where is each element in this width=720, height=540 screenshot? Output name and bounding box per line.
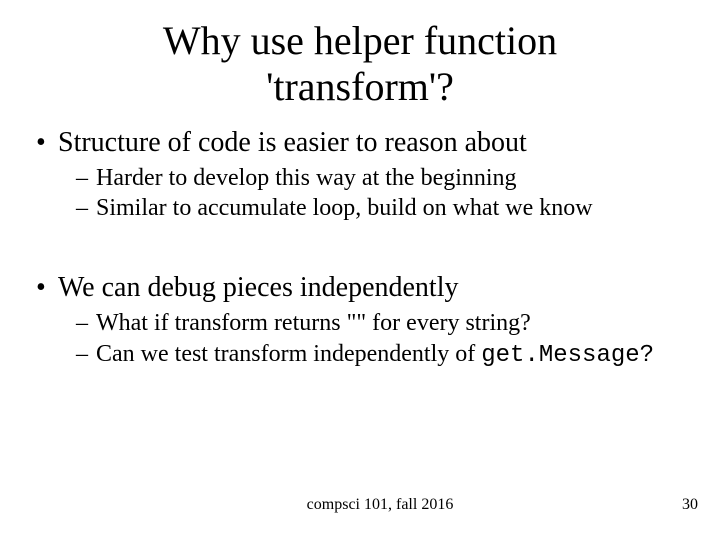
code-get-message: get.Message? (481, 342, 654, 369)
bullet-list: Structure of code is easier to reason ab… (30, 126, 690, 370)
bullet-2-text: We can debug pieces independently (58, 272, 458, 303)
slide-title: Why use helper function 'transform'? (0, 0, 720, 110)
bullet-2-sub-2: Can we test transform independently of g… (76, 340, 690, 371)
bullet-1-sub-2-text: Similar to accumulate loop, build on wha… (96, 195, 593, 221)
bullet-1-sub-2: Similar to accumulate loop, build on wha… (76, 194, 690, 223)
footer-course: compsci 101, fall 2016 (0, 496, 720, 514)
bullet-1-text: Structure of code is easier to reason ab… (58, 127, 527, 158)
bullet-2-sub-1: What if transform returns "" for every s… (76, 309, 690, 338)
bullet-2-sub-2-text: Can we test transform independently of (96, 341, 481, 367)
bullet-2-sublist: What if transform returns "" for every s… (58, 309, 690, 371)
bullet-1-sub-1: Harder to develop this way at the beginn… (76, 164, 690, 193)
slide-content: Structure of code is easier to reason ab… (0, 110, 720, 370)
bullet-spacer (30, 231, 690, 271)
slide: Why use helper function 'transform'? Str… (0, 0, 720, 540)
bullet-1: Structure of code is easier to reason ab… (30, 126, 690, 223)
slide-number: 30 (682, 496, 698, 514)
bullet-1-sub-1-text: Harder to develop this way at the beginn… (96, 165, 517, 191)
title-line-1: Why use helper function (163, 18, 557, 63)
bullet-2: We can debug pieces independently What i… (30, 271, 690, 370)
bullet-2-sub-1-text: What if transform returns "" for every s… (96, 310, 531, 336)
title-line-2: 'transform'? (266, 64, 454, 109)
bullet-1-sublist: Harder to develop this way at the beginn… (58, 164, 690, 224)
